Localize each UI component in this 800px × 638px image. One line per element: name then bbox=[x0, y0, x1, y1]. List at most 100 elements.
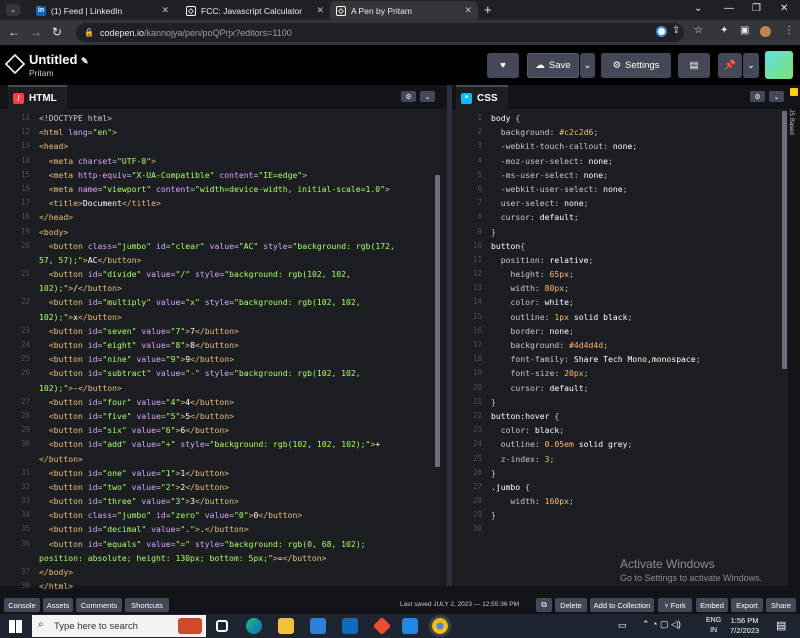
mail-icon[interactable] bbox=[342, 618, 358, 634]
code-line[interactable]: 30 <button id="add" value="+" style="bac… bbox=[0, 437, 447, 451]
taskbar-search-input[interactable]: ⌕ Type here to search bbox=[32, 615, 206, 637]
browser-tab-pen[interactable]: ◇ A Pen by Pritam ✕ bbox=[330, 1, 478, 20]
code-line[interactable]: 12 <html lang="en"> bbox=[0, 125, 447, 139]
chrome-icon[interactable] bbox=[429, 615, 451, 637]
css-settings-button[interactable]: ⚙ bbox=[750, 91, 765, 102]
pin-button[interactable]: 📌 bbox=[718, 53, 742, 78]
code-line[interactable]: 17 <title>Document</title> bbox=[0, 196, 447, 210]
code-line[interactable]: 102);">-</button> bbox=[0, 381, 447, 395]
code-line[interactable]: 23 color: black; bbox=[452, 423, 788, 437]
code-line[interactable]: 27 <button id="four" value="4">4</button… bbox=[0, 395, 447, 409]
css-collapse-button[interactable]: ⌄ bbox=[769, 91, 784, 102]
code-line[interactable]: 24 outline: 0.05em solid grey; bbox=[452, 437, 788, 451]
assets-button[interactable]: Assets bbox=[43, 598, 73, 612]
code-line[interactable]: 19 <body> bbox=[0, 225, 447, 239]
code-line[interactable]: 33 <button id="three" value="3">3</butto… bbox=[0, 494, 447, 508]
code-line[interactable]: 16 <meta name="viewport" content="width=… bbox=[0, 182, 447, 196]
close-tab-icon[interactable]: ✕ bbox=[464, 5, 472, 16]
wifi-icon[interactable]: ⌃ ◔ ▢ ◁) bbox=[642, 619, 681, 630]
pen-title[interactable]: Untitled ✎ bbox=[29, 52, 89, 67]
menu-icon[interactable]: ⋮ bbox=[784, 25, 794, 36]
close-tab-icon[interactable]: ✕ bbox=[161, 5, 169, 16]
code-line[interactable]: 7 user-select: none; bbox=[452, 196, 788, 210]
code-line[interactable]: 15 <meta http-equiv="X-UA-Compatible" co… bbox=[0, 168, 447, 182]
code-line[interactable]: 12 height: 65px; bbox=[452, 267, 788, 281]
code-line[interactable]: </button> bbox=[0, 452, 447, 466]
code-line[interactable]: 102);">/</button> bbox=[0, 281, 447, 295]
save-button[interactable]: ☁ Save bbox=[527, 53, 579, 78]
forward-icon[interactable]: → bbox=[30, 25, 42, 39]
extensions-icon[interactable]: ✦ bbox=[720, 25, 728, 36]
code-line[interactable]: 22 button:hover { bbox=[452, 409, 788, 423]
share-icon[interactable]: ⇪ bbox=[672, 25, 680, 36]
code-line[interactable]: 1 body { bbox=[452, 111, 788, 125]
open-external-button[interactable]: ⧉ bbox=[536, 598, 552, 612]
close-tab-icon[interactable]: ✕ bbox=[316, 5, 324, 16]
language-indicator[interactable]: ENG IN bbox=[706, 616, 721, 636]
code-line[interactable]: 28 <button id="five" value="5">5</button… bbox=[0, 409, 447, 423]
codepen-logo-icon[interactable] bbox=[4, 53, 26, 75]
code-line[interactable]: 15 outline: 1px solid black; bbox=[452, 310, 788, 324]
code-line[interactable]: 19 font-size: 20px; bbox=[452, 366, 788, 380]
code-line[interactable]: 14 <meta charset="UTF-8"> bbox=[0, 154, 447, 168]
html-scrollbar[interactable] bbox=[435, 175, 440, 467]
code-line[interactable]: 102);">x</button> bbox=[0, 310, 447, 324]
code-line[interactable]: 13 <head> bbox=[0, 139, 447, 153]
pen-user[interactable]: Pritam bbox=[29, 68, 54, 78]
delete-button[interactable]: Delete bbox=[555, 598, 587, 612]
tab-list-icon[interactable]: ⌄ bbox=[694, 3, 702, 14]
html-pane-tab[interactable]: / HTML bbox=[8, 85, 67, 109]
js-pane-collapsed[interactable]: JS Based bbox=[788, 85, 800, 586]
code-line[interactable]: 29} bbox=[452, 508, 788, 522]
code-line[interactable]: 31 <button id="one" value="1">1</button> bbox=[0, 466, 447, 480]
code-line[interactable]: 37 </body> bbox=[0, 565, 447, 579]
vscode-icon[interactable] bbox=[402, 618, 418, 634]
code-line[interactable]: 9} bbox=[452, 225, 788, 239]
code-line[interactable]: 35 <button id="decimal" value=".">.</but… bbox=[0, 522, 447, 536]
code-line[interactable]: 34 <button class="jumbo" id="zero" value… bbox=[0, 508, 447, 522]
shortcuts-button[interactable]: Shortcuts bbox=[125, 598, 169, 612]
windows-start-icon[interactable] bbox=[9, 620, 22, 633]
love-button[interactable]: ♥ bbox=[487, 53, 519, 78]
code-line[interactable]: 36 <button id="equals" value="=" style="… bbox=[0, 537, 447, 551]
task-view-icon[interactable] bbox=[216, 620, 228, 632]
restore-icon[interactable]: ❐ bbox=[752, 3, 761, 14]
code-line[interactable]: 13 width: 80px; bbox=[452, 281, 788, 295]
tab-search-icon[interactable]: ⌄ bbox=[6, 4, 20, 16]
user-avatar[interactable] bbox=[765, 51, 793, 79]
code-line[interactable]: 20 <button class="jumbo" id="clear" valu… bbox=[0, 239, 447, 253]
code-line[interactable]: 26 <button id="subtract" value="-" style… bbox=[0, 366, 447, 380]
code-line[interactable]: 20 cursor: default; bbox=[452, 381, 788, 395]
code-line[interactable]: 29 <button id="six" value="6">6</button> bbox=[0, 423, 447, 437]
code-line[interactable]: 5 -ms-user-select: none; bbox=[452, 168, 788, 182]
code-line[interactable]: 14 color: white; bbox=[452, 295, 788, 309]
notifications-icon[interactable]: ▤ bbox=[776, 619, 786, 632]
close-window-icon[interactable]: ✕ bbox=[780, 3, 788, 14]
code-line[interactable]: 18 font-family: Share Tech Mono,monospac… bbox=[452, 352, 788, 366]
css-code-editor[interactable]: 1 body {2 background: #c2c2d6; 3 -webkit-t… bbox=[452, 111, 788, 537]
add-to-collection-button[interactable]: Add to Collection bbox=[590, 598, 654, 612]
browser-tab-fcc[interactable]: ◇ FCC: Javascript Calculator ✕ bbox=[180, 1, 330, 20]
url-field[interactable]: 🔒 codepen.io/kannojya/pen/poQPrjx?editor… bbox=[76, 23, 684, 42]
code-line[interactable]: 38 </html> bbox=[0, 579, 447, 593]
avatar[interactable] bbox=[760, 26, 771, 37]
css-scrollbar[interactable] bbox=[782, 111, 787, 369]
embed-button[interactable]: Embed bbox=[696, 598, 728, 612]
bookmark-star-icon[interactable]: ☆ bbox=[694, 25, 703, 36]
code-line[interactable]: 2 background: #c2c2d6; bbox=[452, 125, 788, 139]
code-line[interactable]: 18 </head> bbox=[0, 210, 447, 224]
google-icon[interactable] bbox=[656, 26, 667, 37]
code-line[interactable]: 57, 57);">AC</button> bbox=[0, 253, 447, 267]
back-icon[interactable]: ← bbox=[8, 25, 20, 39]
console-button[interactable]: Console bbox=[4, 598, 40, 612]
code-line[interactable]: 25 z-index: 3; bbox=[452, 452, 788, 466]
code-line[interactable]: 28 width: 160px; bbox=[452, 494, 788, 508]
minimize-icon[interactable]: — bbox=[724, 3, 734, 14]
html-code-editor[interactable]: 11 <!DOCTYPE html> 12 <html lang="en"> 13 <he… bbox=[0, 111, 447, 593]
code-line[interactable]: 16 border: none; bbox=[452, 324, 788, 338]
code-line[interactable]: 25 <button id="nine" value="9">9</button… bbox=[0, 352, 447, 366]
sidebar-icon[interactable]: ▣ bbox=[740, 25, 749, 36]
pin-dropdown-button[interactable]: ⌄ bbox=[743, 53, 759, 78]
code-line[interactable]: 6 -webkit-user-select: none; bbox=[452, 182, 788, 196]
comments-button[interactable]: Comments bbox=[76, 598, 122, 612]
